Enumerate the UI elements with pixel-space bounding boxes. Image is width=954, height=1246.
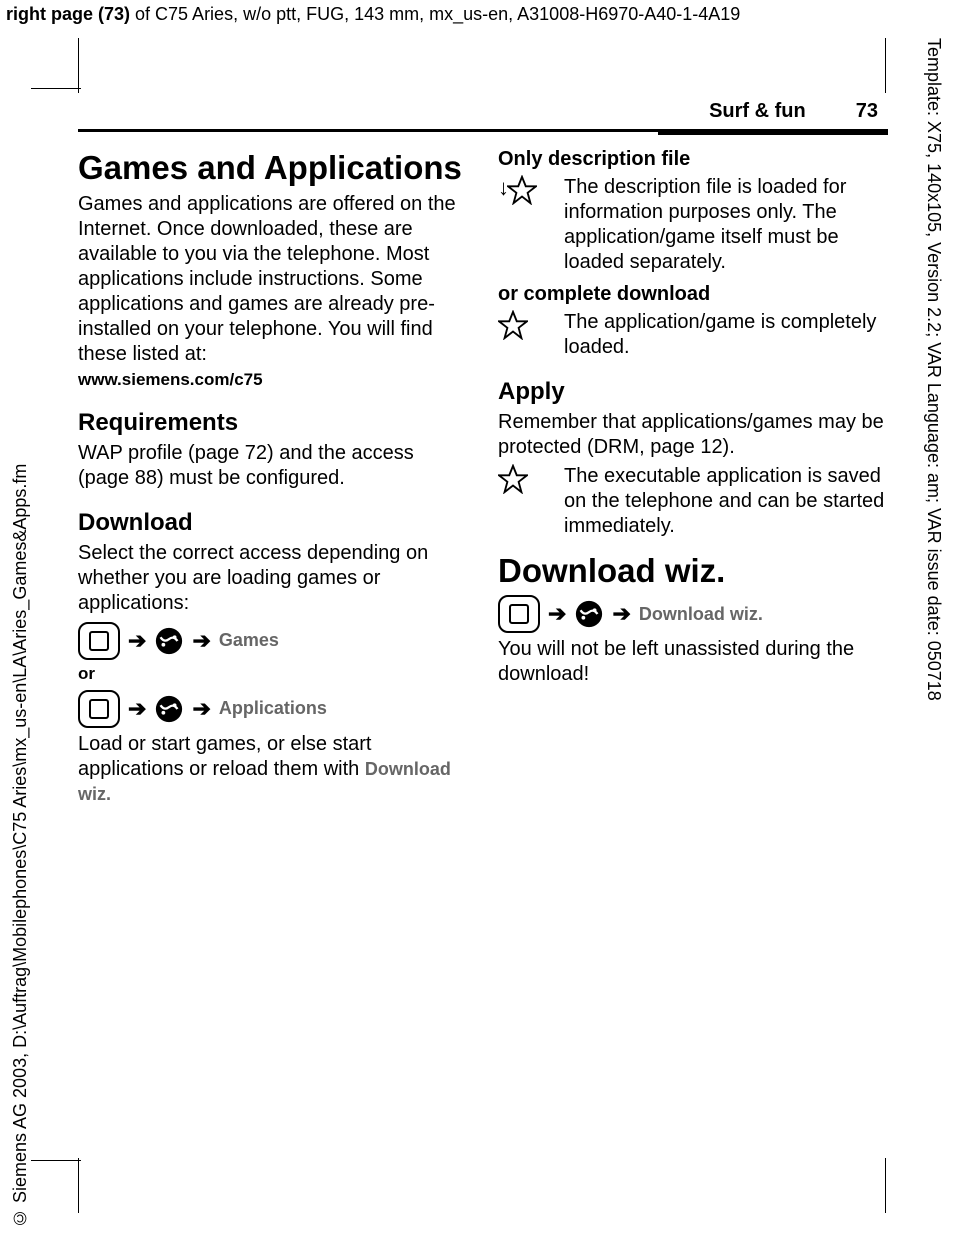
crop-mark (31, 1160, 81, 1161)
star-icon (498, 464, 546, 539)
entry-text: The application/game is completely loade… (564, 310, 888, 360)
heading-complete-download: or complete download (498, 283, 888, 306)
heading-only-description: Only description file (498, 148, 888, 171)
arrow-icon: ➔ (548, 603, 566, 625)
crop-mark (885, 38, 886, 93)
print-header: right page (73) of C75 Aries, w/o ptt, F… (6, 4, 740, 25)
crop-mark (885, 1158, 886, 1213)
nav-path-games: ➔ ➔ Games (78, 622, 468, 660)
menu-key-icon (498, 595, 540, 633)
heading-download: Download (78, 509, 468, 537)
nav-label-games: Games (219, 630, 279, 651)
nav-path-applications: ➔ ➔ Applications (78, 690, 468, 728)
entry-text: The executable application is saved on t… (564, 464, 888, 539)
requirements-text: WAP profile (page 72) and the access (pa… (78, 441, 468, 491)
section-title: Surf & fun (709, 100, 806, 123)
nav-label-download-wiz: Download wiz. (639, 604, 763, 625)
internet-globe-icon (154, 626, 184, 656)
after-nav-text-part1: Load or start games, or else start appli… (78, 733, 371, 780)
arrow-icon: ➔ (128, 630, 146, 652)
intro-text: Games and applications are offered on th… (78, 192, 468, 367)
or-separator: or (78, 664, 468, 684)
right-column: Only description file ↓ The description … (498, 146, 888, 811)
crop-mark (31, 88, 81, 89)
heading-download-wiz: Download wiz. (498, 553, 888, 589)
heading-apply: Apply (498, 378, 888, 406)
internet-globe-icon (574, 599, 604, 629)
arrow-icon: ➔ (128, 698, 146, 720)
star-icon (498, 310, 546, 360)
nav-path-download-wiz: ➔ ➔ Download wiz. (498, 595, 888, 633)
nav-label-applications: Applications (219, 698, 327, 719)
arrow-icon: ➔ (192, 698, 210, 720)
arrow-icon: ➔ (612, 603, 630, 625)
heading-requirements: Requirements (78, 409, 468, 437)
intro-link: www.siemens.com/c75 (78, 369, 468, 390)
menu-key-icon (78, 690, 120, 728)
running-head: Surf & fun 73 (78, 100, 888, 123)
download-star-icon: ↓ (498, 175, 546, 275)
download-text: Select the correct access depending on w… (78, 541, 468, 616)
template-info-side: Template: X75, 140x105, Version 2.2; VAR… (920, 38, 944, 858)
menu-key-icon (78, 622, 120, 660)
apply-text: Remember that applications/games may be … (498, 410, 888, 460)
internet-globe-icon (154, 694, 184, 724)
arrow-icon: ➔ (192, 630, 210, 652)
print-header-rest: of C75 Aries, w/o ptt, FUG, 143 mm, mx_u… (130, 4, 740, 24)
crop-mark (78, 38, 79, 93)
entry-description-file: ↓ The description file is loaded for inf… (498, 175, 888, 275)
copyright-side: © Siemens AG 2003, D:\Auftrag\Mobilephon… (10, 448, 34, 1228)
left-column: Games and Applications Games and applica… (78, 146, 468, 811)
entry-text: The description file is loaded for infor… (564, 175, 888, 275)
entry-apply: The executable application is saved on t… (498, 464, 888, 539)
header-rule (78, 129, 888, 132)
entry-complete-download: The application/game is completely loade… (498, 310, 888, 360)
page-number: 73 (856, 100, 878, 123)
crop-mark (78, 1158, 79, 1213)
after-nav-text: Load or start games, or else start appli… (78, 732, 468, 807)
page-body: Surf & fun 73 Games and Applications Gam… (78, 100, 888, 811)
download-wiz-text: You will not be left unassisted during t… (498, 637, 888, 687)
print-header-page: right page (73) (6, 4, 130, 24)
heading-games-and-applications: Games and Applications (78, 150, 468, 186)
